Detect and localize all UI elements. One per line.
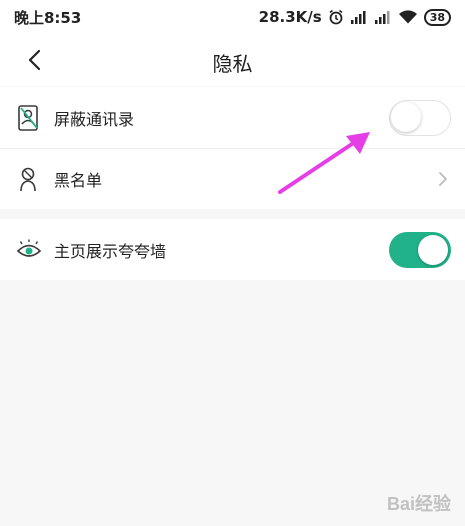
setting-row-blacklist[interactable]: 黑名单 <box>0 148 465 209</box>
eye-icon <box>16 235 42 265</box>
setting-row-block-contacts: 屏蔽通讯录 <box>0 87 465 148</box>
praise-wall-toggle[interactable] <box>389 231 451 268</box>
alarm-icon <box>328 9 344 25</box>
nav-bar: 隐私 <box>0 34 465 86</box>
toggle-knob <box>418 234 448 265</box>
battery-icon: 38 <box>423 8 451 26</box>
block-contacts-toggle[interactable] <box>389 99 451 136</box>
settings-group-profile: 主页展示夸夸墙 <box>0 219 465 280</box>
annotation-arrow <box>278 132 370 194</box>
status-time: 晚上8:53 <box>14 8 82 27</box>
signal-hd-icon <box>350 9 368 25</box>
person-block-icon <box>16 164 42 194</box>
network-speed: 28.3K/s <box>258 8 322 26</box>
wifi-icon <box>398 9 418 25</box>
page-title: 隐私 <box>212 52 253 76</box>
chevron-right-icon <box>435 169 451 189</box>
praise-wall-label: 主页展示夸夸墙 <box>54 241 167 261</box>
status-bar: 晚上8:53 28.3K/s 38 <box>0 0 465 34</box>
contacts-block-icon <box>16 103 42 133</box>
watermark: Bai经验 <box>386 494 451 514</box>
status-icons: 28.3K/s 38 <box>259 8 451 26</box>
toggle-knob <box>391 101 421 132</box>
signal-icon <box>374 9 392 25</box>
settings-group-contacts: 屏蔽通讯录 黑名单 <box>0 87 465 209</box>
setting-row-praise-wall: 主页展示夸夸墙 <box>0 219 465 280</box>
